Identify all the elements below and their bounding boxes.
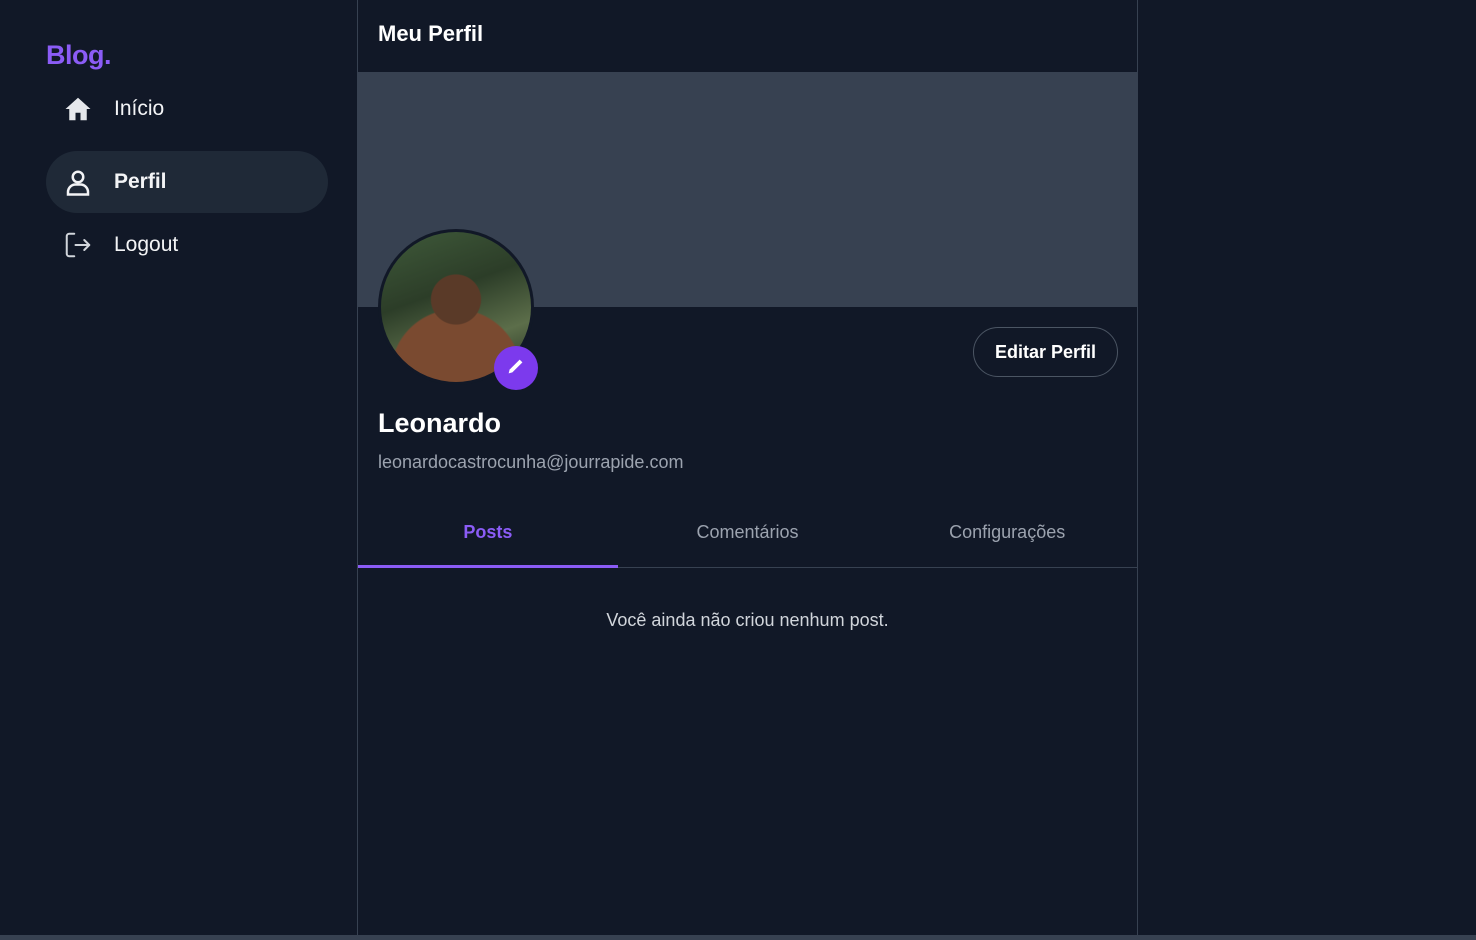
top-bar: Meu Perfil bbox=[358, 0, 1137, 72]
empty-posts-message: Você ainda não criou nenhum post. bbox=[606, 610, 889, 630]
user-email: leonardocastrocunha@jourrapide.com bbox=[378, 452, 684, 472]
edit-profile-button[interactable]: Editar Perfil bbox=[973, 327, 1118, 377]
blog-logo[interactable]: Blog. bbox=[46, 40, 112, 71]
tab-posts[interactable]: Posts bbox=[358, 498, 618, 568]
sidebar-item-label: Perfil bbox=[114, 170, 167, 193]
tab-configuracoes[interactable]: Configurações bbox=[877, 498, 1137, 567]
avatar-edit-button[interactable] bbox=[494, 346, 538, 390]
home-icon bbox=[62, 93, 94, 125]
page-title: Meu Perfil bbox=[378, 21, 484, 46]
sidebar: Blog. Início Perfil Logout bbox=[0, 0, 357, 935]
pencil-icon bbox=[505, 355, 527, 382]
sidebar-item-logout[interactable]: Logout bbox=[46, 214, 328, 276]
tab-comentarios[interactable]: Comentários bbox=[618, 498, 878, 567]
sidebar-item-inicio[interactable]: Início bbox=[46, 78, 328, 140]
profile-tabs: Posts Comentários Configurações bbox=[358, 498, 1137, 568]
sidebar-item-label: Logout bbox=[114, 233, 179, 256]
user-name: Leonardo bbox=[378, 408, 502, 438]
app-root: Blog. Início Perfil Logout Meu Perfil Ed… bbox=[0, 0, 1476, 940]
sidebar-item-perfil[interactable]: Perfil bbox=[46, 151, 328, 213]
profile-main: Meu Perfil Editar Perfil Leonardo leonar… bbox=[357, 0, 1138, 935]
sidebar-item-label: Início bbox=[114, 97, 165, 120]
bottom-divider bbox=[0, 935, 1476, 940]
user-icon bbox=[62, 166, 94, 198]
logout-icon bbox=[62, 229, 94, 261]
